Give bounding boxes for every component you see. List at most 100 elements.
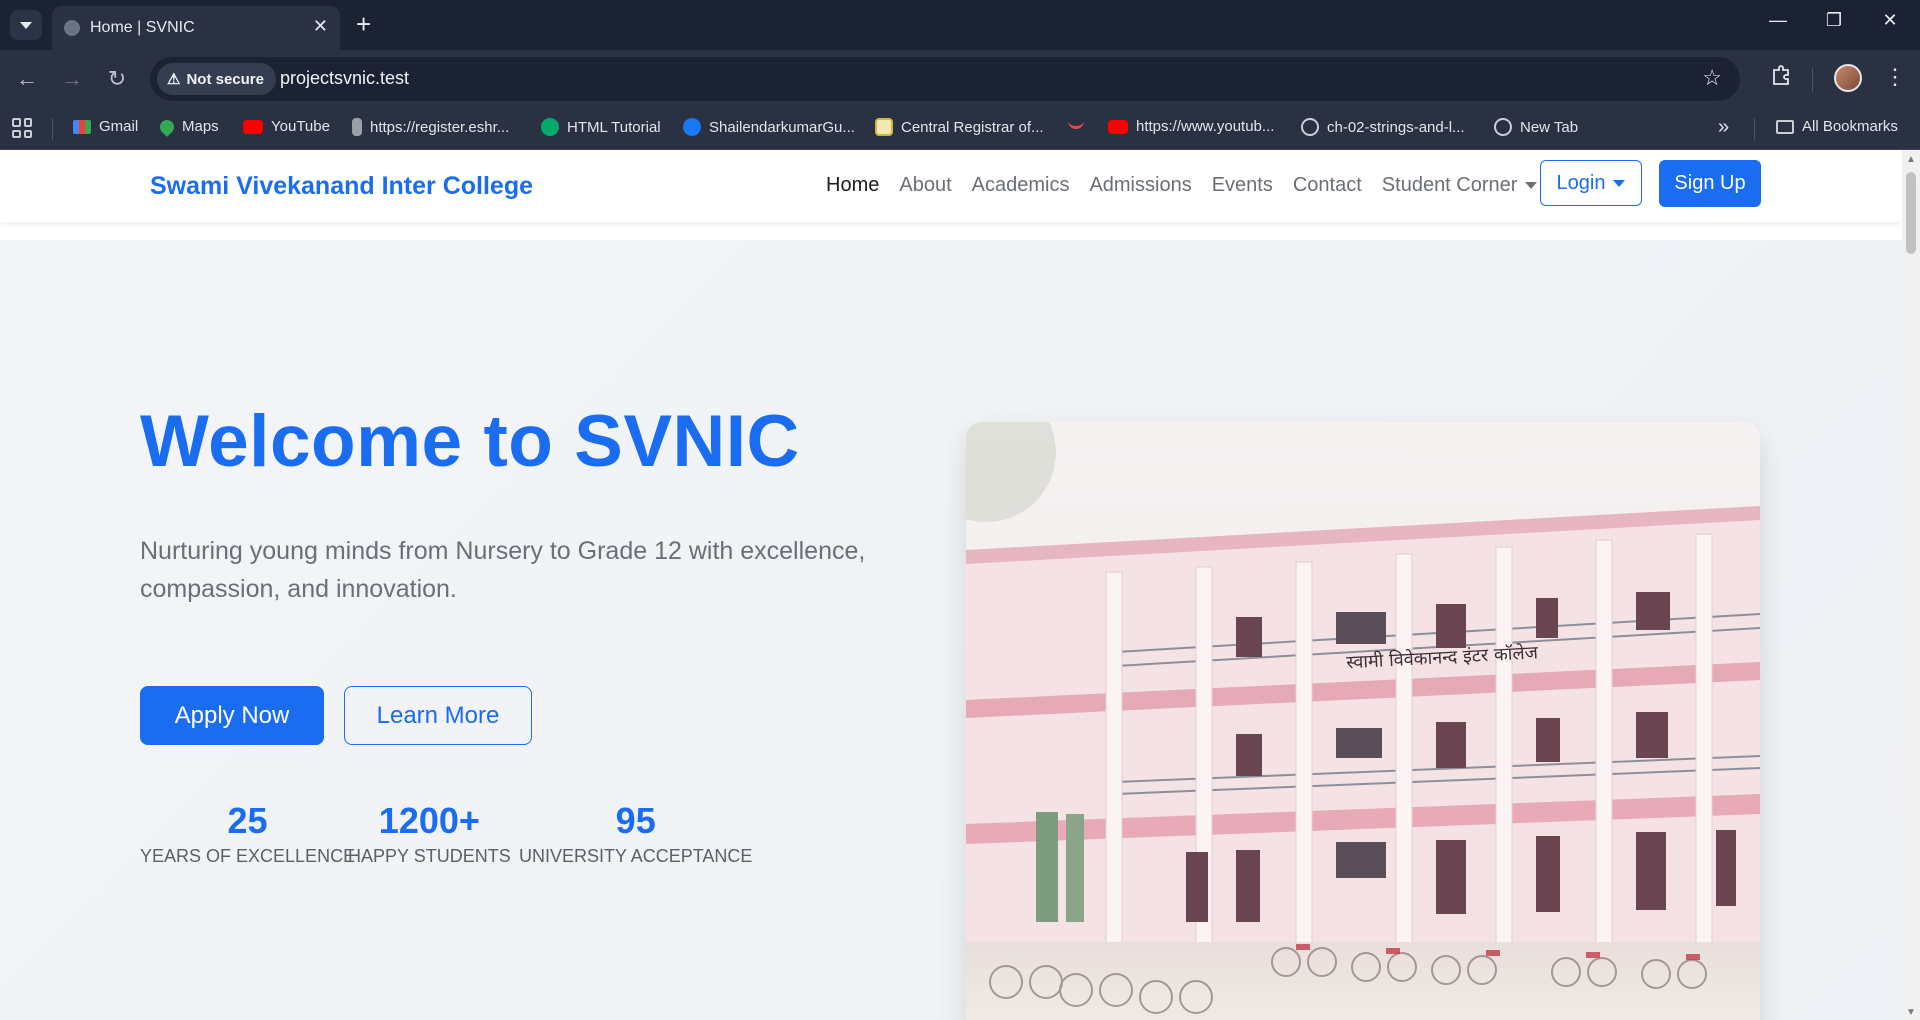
scroll-down-icon[interactable]: ▼: [1906, 1007, 1916, 1018]
stat-label: UNIVERSITY ACCEPTANCE: [519, 846, 753, 866]
chevron-down-icon: [1525, 182, 1538, 190]
menu-kebab-icon[interactable]: ⋮: [1880, 64, 1910, 90]
browser-tab-active[interactable]: Home | SVNIC ✕: [52, 6, 340, 50]
smile-icon: [1068, 118, 1084, 129]
web-page: Welcome to SVNIC Nurturing young minds f…: [0, 150, 1902, 1020]
stat-value: 1200+: [378, 800, 480, 841]
hero-section: Welcome to SVNIC Nurturing young minds f…: [0, 240, 1902, 1020]
all-bookmarks-button[interactable]: All Bookmarks: [1776, 118, 1898, 135]
scroll-up-icon[interactable]: ▲: [1906, 154, 1916, 165]
student-corner-label: Student Corner: [1381, 174, 1518, 196]
stat-years: 25 YEARS OF EXCELLENCE: [140, 800, 355, 867]
nav-academics[interactable]: Academics: [972, 174, 1070, 197]
bookmark-youtube[interactable]: YouTube: [243, 118, 330, 135]
bookmark-label: https://register.eshr...: [370, 118, 510, 136]
stat-university: 95 UNIVERSITY ACCEPTANCE: [519, 800, 752, 867]
login-label: Login: [1556, 171, 1606, 194]
nav-student-corner[interactable]: Student Corner: [1382, 174, 1538, 197]
bookmarks-bar: Gmail Maps YouTube https://register.eshr…: [0, 108, 1920, 150]
tab-title: Home | SVNIC: [90, 19, 195, 36]
globe-icon: [1494, 118, 1512, 136]
security-label: Not secure: [186, 70, 264, 88]
url-text[interactable]: projectsvnic.test: [280, 68, 409, 89]
browser-toolbar: ← → ↻ ⚠ Not secure projectsvnic.test ☆ ⋮: [0, 50, 1920, 108]
nav-admissions[interactable]: Admissions: [1089, 174, 1191, 197]
stat-value: 95: [615, 800, 656, 841]
stat-label: HAPPY STUDENTS: [348, 846, 511, 866]
back-icon[interactable]: ←: [12, 66, 42, 92]
bookmark-gmail[interactable]: Gmail: [73, 118, 138, 135]
page-scrollbar[interactable]: ▲ ▼: [1902, 150, 1920, 1020]
stat-students: 1200+ HAPPY STUDENTS: [348, 800, 511, 867]
apps-grid-icon[interactable]: [12, 118, 32, 138]
bookmark-maps[interactable]: Maps: [157, 116, 219, 137]
globe-icon: [64, 20, 80, 36]
address-bar[interactable]: ⚠ Not secure projectsvnic.test ☆: [150, 57, 1740, 101]
main-nav: Home About Academics Admissions Events C…: [826, 174, 1538, 197]
bookmark-label: Maps: [182, 118, 219, 135]
site-navbar: Swami Vivekanand Inter College Home Abou…: [0, 150, 1902, 222]
seal-icon: [875, 118, 893, 136]
bookmark-label: New Tab: [1520, 118, 1579, 136]
bookmark-label: ShailendarkumarGu...: [709, 118, 855, 136]
profile-avatar[interactable]: [1834, 64, 1862, 92]
w3-icon: [541, 118, 559, 136]
folder-icon: [1776, 119, 1794, 134]
facebook-icon: [683, 118, 701, 136]
forward-icon[interactable]: →: [57, 66, 87, 92]
bookmarks-divider-right: [1754, 118, 1755, 140]
hero-title: Welcome to SVNIC: [140, 401, 800, 482]
stat-value: 25: [227, 800, 268, 841]
login-dropdown-button[interactable]: Login: [1540, 160, 1642, 206]
bookmark-label: Central Registrar of...: [901, 118, 1044, 136]
bookmark-label: ch-02-strings-and-l...: [1327, 118, 1465, 136]
bookmark-label: HTML Tutorial: [567, 118, 661, 136]
bookmark-label: https://www.youtub...: [1136, 118, 1275, 135]
site-info-chip[interactable]: ⚠ Not secure: [157, 63, 276, 95]
extensions-icon[interactable]: [1770, 64, 1792, 86]
reload-icon[interactable]: ↻: [102, 66, 132, 92]
sign-up-button[interactable]: Sign Up: [1659, 160, 1761, 207]
warning-icon: ⚠: [167, 71, 181, 88]
hero-subtitle: Nurturing young minds from Nursery to Gr…: [140, 537, 866, 603]
apply-now-button[interactable]: Apply Now: [140, 686, 324, 745]
maps-icon: [157, 116, 177, 137]
nav-about[interactable]: About: [899, 174, 951, 197]
nav-events[interactable]: Events: [1212, 174, 1273, 197]
restore-icon[interactable]: ❐: [1814, 10, 1854, 31]
bookmark-label: Gmail: [99, 118, 139, 135]
browser-titlebar: Home | SVNIC ✕ + — ❐ ✕: [0, 0, 1920, 50]
bookmark-central-registrar[interactable]: Central Registrar of...: [875, 118, 1044, 136]
college-building-image: स्वामी विवेकानन्द इंटर कॉलेज: [966, 422, 1760, 1020]
minimize-icon[interactable]: —: [1758, 10, 1798, 31]
all-bookmarks-label: All Bookmarks: [1802, 118, 1898, 135]
scroll-thumb[interactable]: [1906, 172, 1916, 254]
stat-label: YEARS OF EXCELLENCE: [140, 846, 356, 866]
bookmark-new-tab[interactable]: New Tab: [1494, 118, 1578, 136]
bookmark-youtube-link[interactable]: https://www.youtub...: [1108, 118, 1274, 135]
chevron-down-icon: [20, 21, 32, 29]
chevron-down-icon: [1613, 179, 1626, 187]
bookmark-facebook[interactable]: ShailendarkumarGu...: [683, 118, 855, 136]
site-brand[interactable]: Swami Vivekanand Inter College: [150, 172, 533, 201]
bookmark-star-icon[interactable]: ☆: [1702, 65, 1722, 91]
bookmark-label: YouTube: [271, 118, 330, 135]
close-window-icon[interactable]: ✕: [1870, 10, 1910, 31]
nav-home[interactable]: Home: [826, 174, 879, 197]
globe-icon: [1301, 118, 1319, 136]
youtube-icon: [243, 119, 263, 134]
bookmark-smile[interactable]: [1068, 118, 1084, 129]
youtube-icon: [1108, 119, 1128, 134]
gmail-icon: [73, 119, 91, 134]
bookmark-ch02[interactable]: ch-02-strings-and-l...: [1301, 118, 1465, 136]
bookmarks-divider: [52, 118, 53, 140]
nav-contact[interactable]: Contact: [1293, 174, 1362, 197]
tab-search-button[interactable]: [10, 10, 42, 40]
close-tab-icon[interactable]: ✕: [313, 16, 328, 37]
learn-more-button[interactable]: Learn More: [344, 686, 532, 745]
bookmark-register[interactable]: https://register.eshr...: [352, 118, 509, 136]
new-tab-button[interactable]: +: [356, 10, 371, 38]
more-bookmarks-icon[interactable]: »: [1718, 116, 1729, 139]
bookmark-html-tutorial[interactable]: HTML Tutorial: [541, 118, 661, 136]
toolbar-divider: [1812, 68, 1813, 92]
